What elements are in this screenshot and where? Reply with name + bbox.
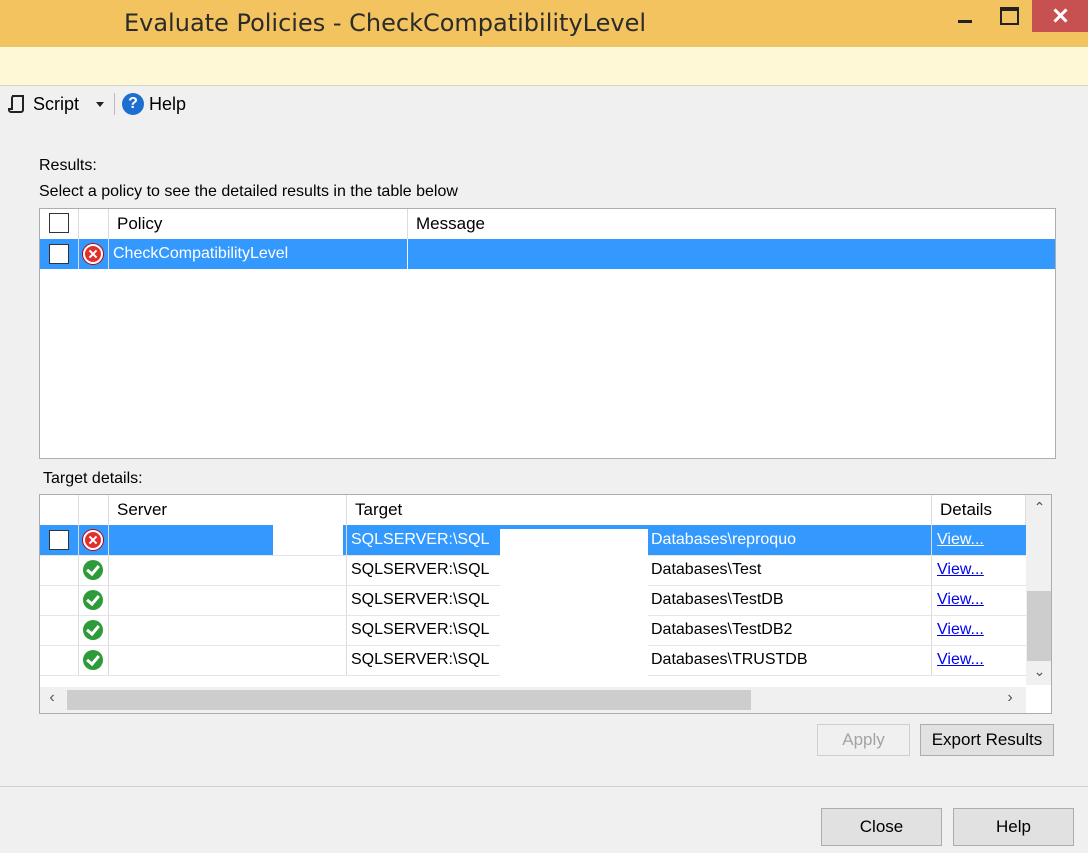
help-icon[interactable]: ?	[122, 93, 144, 115]
server-cell	[113, 585, 343, 615]
target-prefix: SQLSERVER:\SQL	[351, 651, 490, 668]
window-title: Evaluate Policies - CheckCompatibilityLe…	[123, 9, 647, 37]
script-icon[interactable]	[8, 94, 26, 114]
server-cell	[113, 615, 343, 645]
horizontal-scrollbar[interactable]: ‹ ›	[40, 687, 1026, 713]
target-prefix: SQLSERVER:\SQL	[351, 561, 490, 578]
server-cell	[113, 645, 343, 675]
success-status-icon	[83, 650, 103, 670]
footer-separator	[0, 786, 1088, 787]
target-suffix: Databases\TestDB2	[651, 621, 793, 638]
select-all-checkbox[interactable]	[49, 213, 69, 233]
target-status-header	[79, 495, 109, 525]
help-toolbar-button[interactable]: Help	[149, 92, 186, 116]
row-checkbox[interactable]	[49, 530, 69, 550]
server-cell	[113, 555, 343, 585]
export-results-button[interactable]: Export Results	[920, 724, 1054, 756]
policy-name: CheckCompatibilityLevel	[113, 245, 289, 262]
target-details-grid: Server Target Details SQLSERVER:\SQL Dat…	[39, 494, 1052, 714]
view-details-link[interactable]: View...	[937, 651, 984, 668]
help-button[interactable]: Help	[953, 808, 1074, 846]
target-prefix: SQLSERVER:\SQL	[351, 591, 490, 608]
success-status-icon	[83, 590, 103, 610]
info-bar	[0, 46, 1088, 86]
select-all-header	[40, 209, 79, 239]
title-bar: Evaluate Policies - CheckCompatibilityLe…	[0, 0, 1088, 46]
details-column-header[interactable]: Details	[932, 495, 1026, 525]
minimize-button[interactable]	[948, 0, 982, 32]
scroll-up-arrow[interactable]: ⌃	[1026, 499, 1051, 516]
vertical-scrollbar[interactable]: ⌃ ⌄	[1026, 495, 1051, 685]
success-status-icon	[83, 560, 103, 580]
target-suffix: Databases\TRUSTDB	[651, 651, 808, 668]
success-status-icon	[83, 620, 103, 640]
target-suffix: Databases\reproquo	[651, 531, 796, 548]
target-details-heading: Target details:	[43, 470, 143, 487]
view-details-link[interactable]: View...	[937, 561, 984, 578]
close-window-button[interactable]	[1032, 0, 1088, 32]
error-status-icon	[83, 244, 103, 264]
view-details-link[interactable]: View...	[937, 621, 984, 638]
results-instruction: Select a policy to see the detailed resu…	[39, 183, 458, 200]
target-prefix: SQLSERVER:\SQL	[351, 621, 490, 638]
script-button[interactable]: Script	[33, 92, 79, 116]
row-checkbox[interactable]	[49, 244, 69, 264]
scroll-left-arrow[interactable]: ‹	[44, 689, 60, 707]
error-status-icon	[83, 530, 103, 550]
server-column-header[interactable]: Server	[109, 495, 347, 525]
policy-column-header[interactable]: Policy	[109, 209, 408, 239]
target-suffix: Databases\TestDB	[651, 591, 784, 608]
policy-results-grid: Policy Message CheckCompatibilityLevel	[39, 208, 1056, 459]
scroll-down-arrow[interactable]: ⌄	[1026, 663, 1051, 680]
vertical-scroll-thumb[interactable]	[1027, 591, 1051, 661]
view-details-link[interactable]: View...	[937, 531, 984, 548]
close-button[interactable]: Close	[821, 808, 942, 846]
target-select-header	[40, 495, 79, 525]
apply-button[interactable]: Apply	[817, 724, 910, 756]
target-suffix: Databases\Test	[651, 561, 762, 578]
redacted-area	[273, 525, 343, 555]
policy-message	[413, 239, 1053, 269]
policy-row[interactable]: CheckCompatibilityLevel	[40, 239, 1055, 269]
results-heading: Results:	[39, 157, 97, 174]
message-column-header[interactable]: Message	[408, 209, 1055, 239]
target-column-header[interactable]: Target	[347, 495, 932, 525]
redacted-area	[500, 529, 648, 689]
dropdown-arrow-icon[interactable]	[96, 102, 104, 107]
maximize-button[interactable]	[990, 0, 1024, 32]
target-prefix: SQLSERVER:\SQL	[351, 531, 490, 548]
scroll-right-arrow[interactable]: ›	[1002, 689, 1018, 707]
status-header	[79, 209, 109, 239]
toolbar-separator	[114, 93, 115, 115]
view-details-link[interactable]: View...	[937, 591, 984, 608]
horizontal-scroll-thumb[interactable]	[67, 690, 751, 710]
